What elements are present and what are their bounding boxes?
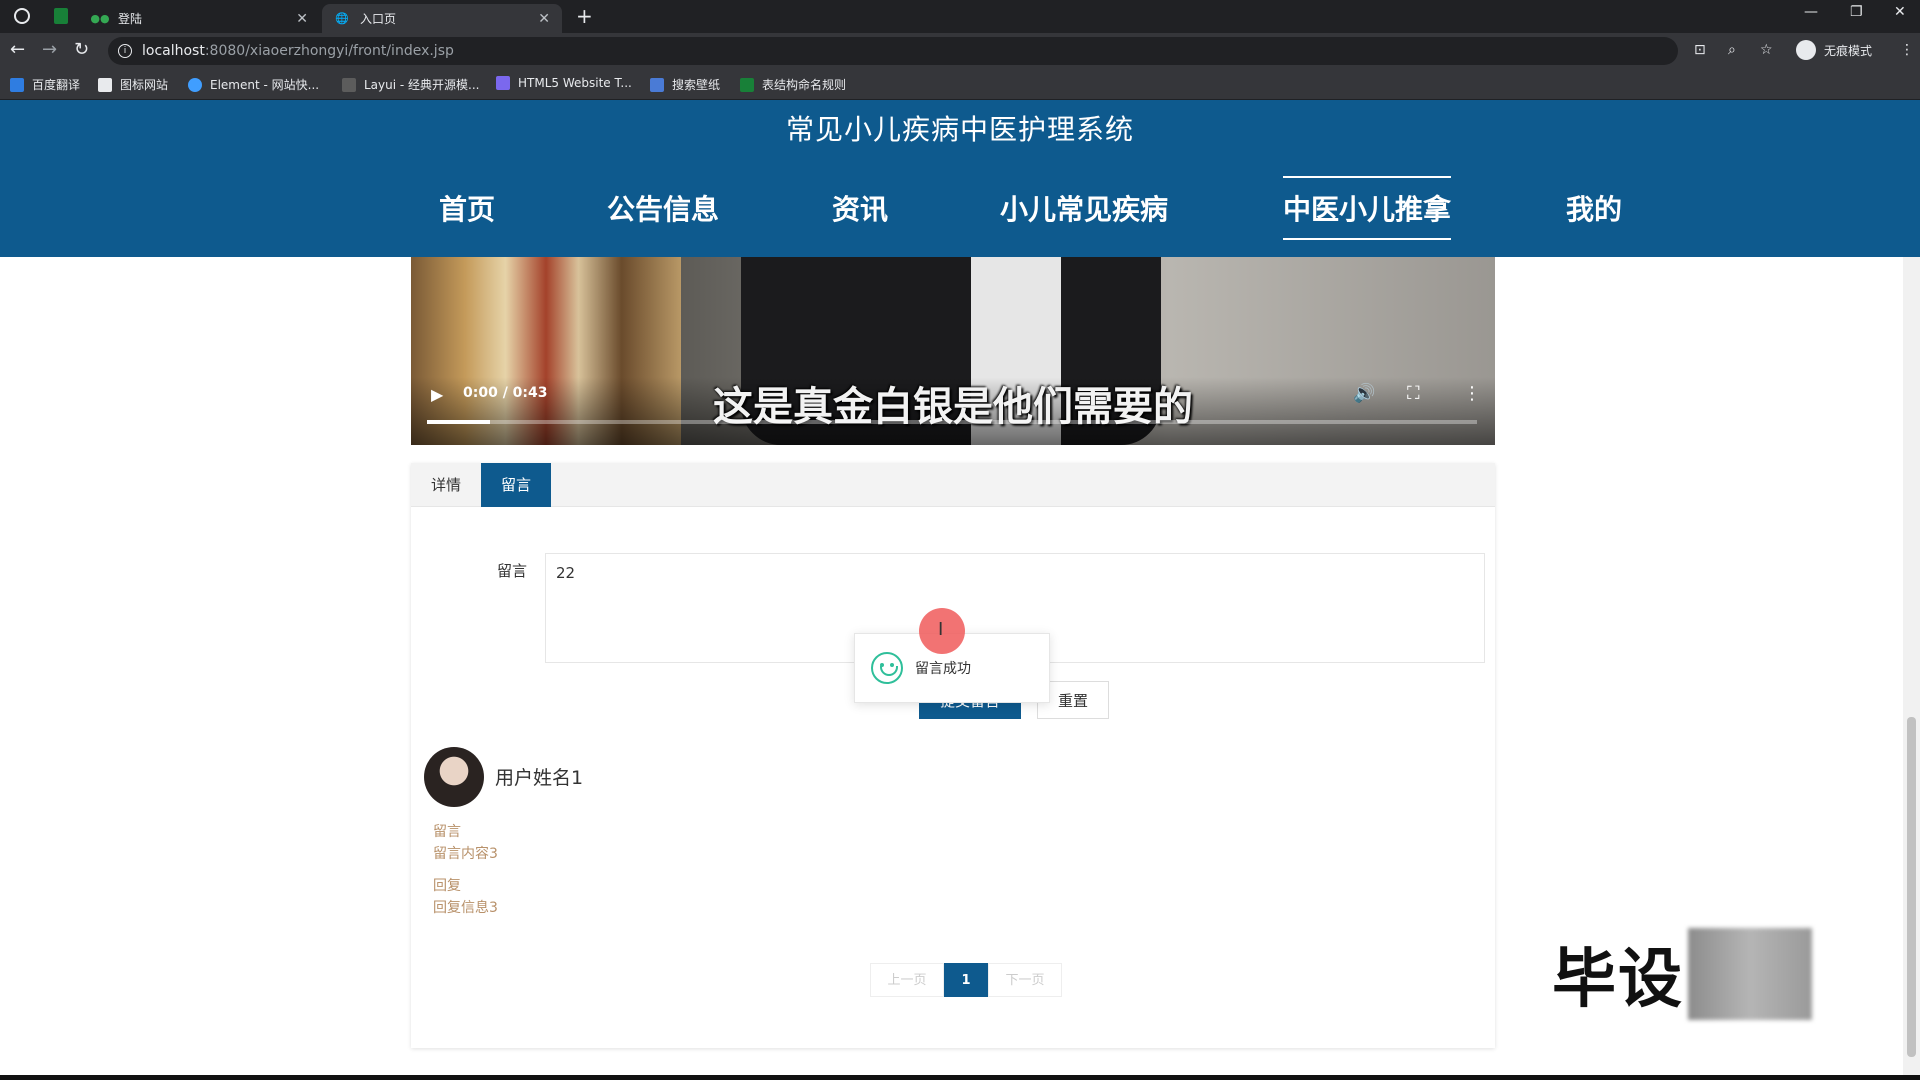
- layui-icon: [342, 77, 356, 92]
- play-icon[interactable]: ▶: [431, 385, 443, 404]
- video-time: 0:00 / 0:43: [463, 385, 548, 401]
- wallpaper-icon: [650, 77, 664, 92]
- comment-heading: 留言: [433, 824, 461, 840]
- nav-tcm-massage[interactable]: 中医小儿推拿: [1283, 176, 1452, 240]
- incognito-badge[interactable]: 无痕模式: [1796, 40, 1872, 60]
- toast-message: 留言成功: [915, 661, 971, 677]
- sheet-tab-icon[interactable]: [54, 8, 68, 24]
- page-number-button[interactable]: 1: [944, 963, 988, 997]
- restore-icon[interactable]: ❐: [1850, 4, 1863, 20]
- tab-favicon-icon: ●●: [90, 12, 110, 25]
- next-page-button[interactable]: 下一页: [988, 963, 1062, 997]
- info-icon[interactable]: i: [118, 44, 132, 58]
- prev-page-button[interactable]: 上一页: [870, 963, 944, 997]
- volume-icon[interactable]: 🔊: [1353, 383, 1375, 404]
- bottom-strip: [0, 1075, 1920, 1080]
- close-icon[interactable]: ✕: [296, 11, 308, 27]
- new-tab-icon[interactable]: +: [576, 4, 593, 28]
- close-window-icon[interactable]: ✕: [1894, 4, 1906, 20]
- incognito-label: 无痕模式: [1824, 43, 1873, 58]
- video-player[interactable]: 这是真金白银是他们需要的 ▶ 0:00 / 0:43 🔊 ⛶ ⋮: [411, 257, 1495, 445]
- smile-icon: [871, 652, 903, 684]
- nav-home[interactable]: 首页: [439, 188, 495, 228]
- minimize-icon[interactable]: —: [1804, 4, 1818, 20]
- text-cursor-icon: I: [938, 619, 944, 640]
- flag-icon: [98, 77, 112, 92]
- bookmark-item[interactable]: 图标网站: [98, 76, 168, 93]
- site-header: 常见小儿疾病中医护理系统 首页 公告信息 资讯 小儿常见疾病 中医小儿推拿 我的: [0, 100, 1920, 257]
- sheet-icon: [740, 77, 754, 92]
- video-more-icon[interactable]: ⋮: [1463, 383, 1481, 404]
- watermark-blur: [1688, 928, 1812, 1020]
- reload-icon[interactable]: ↻: [74, 39, 89, 60]
- bookmark-item[interactable]: HTML5 Website T...: [496, 76, 632, 90]
- reply-content: 回复信息3: [433, 900, 498, 916]
- watermark-text: 毕设: [1552, 943, 1684, 1017]
- bookmark-item[interactable]: 百度翻译: [10, 76, 80, 93]
- pagination: 上一页 1 下一页: [870, 963, 1062, 997]
- browser-tab-bar: ●● 登陆 ✕ 🌐 入口页 ✕ + — ❐ ✕: [0, 0, 1920, 33]
- back-icon[interactable]: ←: [10, 39, 25, 60]
- bookmark-item[interactable]: 表结构命名规则: [740, 76, 846, 93]
- bookmark-icon: [10, 77, 24, 92]
- incognito-icon: [1796, 40, 1816, 60]
- html5-icon: [496, 76, 510, 90]
- bookmarks-bar: 百度翻译 图标网站 Element - 网站快... Layui - 经典开源模…: [0, 69, 1920, 100]
- scrollbar-thumb[interactable]: [1907, 717, 1916, 1057]
- bookmark-item[interactable]: Element - 网站快...: [188, 76, 319, 93]
- tab-title: 登陆: [118, 12, 143, 26]
- forward-icon[interactable]: →: [42, 39, 57, 60]
- watermark: 毕设: [1552, 926, 1812, 1022]
- address-bar: ← → ↻ i localhost :8080/xiaoerzhongyi/fr…: [0, 33, 1920, 69]
- element-icon: [188, 77, 202, 92]
- detail-tabs: 详情 留言: [411, 463, 1495, 507]
- tab-comments[interactable]: 留言: [481, 463, 552, 507]
- reply-heading: 回复: [433, 878, 461, 894]
- globe-icon: 🌐: [335, 12, 349, 25]
- nav-mine[interactable]: 我的: [1566, 188, 1622, 228]
- url-field[interactable]: i localhost :8080/xiaoerzhongyi/front/in…: [108, 37, 1678, 65]
- page-scrollbar[interactable]: [1903, 257, 1920, 1080]
- video-buffered: [427, 420, 490, 424]
- nav-announcements[interactable]: 公告信息: [607, 188, 719, 228]
- tab-details[interactable]: 详情: [411, 463, 481, 507]
- comment-content: 留言内容3: [433, 846, 498, 862]
- translate-icon[interactable]: ⊡: [1694, 42, 1706, 58]
- url-host: localhost: [142, 43, 205, 59]
- url-path: :8080/xiaoerzhongyi/front/index.jsp: [204, 43, 454, 59]
- zoom-icon[interactable]: ⌕: [1728, 42, 1736, 58]
- browser-tab-login[interactable]: ●● 登陆 ✕: [80, 4, 320, 33]
- star-icon[interactable]: ☆: [1760, 42, 1773, 58]
- video-progress-bar[interactable]: [427, 420, 1477, 424]
- comment-user: 用户姓名1: [495, 767, 584, 789]
- menu-dots-icon[interactable]: ⋮: [1900, 42, 1914, 58]
- comment-label: 留言: [497, 562, 528, 580]
- detail-card: 详情 留言 留言 22 提交留言 重置 留言成功 I 用户姓名1 留言 留言内容…: [411, 463, 1495, 1048]
- browser-tab-entry[interactable]: 🌐 入口页 ✕: [322, 4, 562, 33]
- bookmark-item[interactable]: Layui - 经典开源模...: [342, 76, 479, 93]
- tab-title: 入口页: [360, 12, 397, 26]
- chrome-icon[interactable]: [14, 8, 30, 24]
- site-title: 常见小儿疾病中医护理系统: [785, 113, 1134, 146]
- avatar: [424, 747, 484, 807]
- fullscreen-icon[interactable]: ⛶: [1407, 383, 1420, 404]
- nav-common-diseases[interactable]: 小儿常见疾病: [1000, 188, 1168, 228]
- bookmark-item[interactable]: 搜索壁纸: [650, 76, 720, 93]
- nav-news[interactable]: 资讯: [832, 188, 888, 228]
- close-icon[interactable]: ✕: [538, 11, 550, 27]
